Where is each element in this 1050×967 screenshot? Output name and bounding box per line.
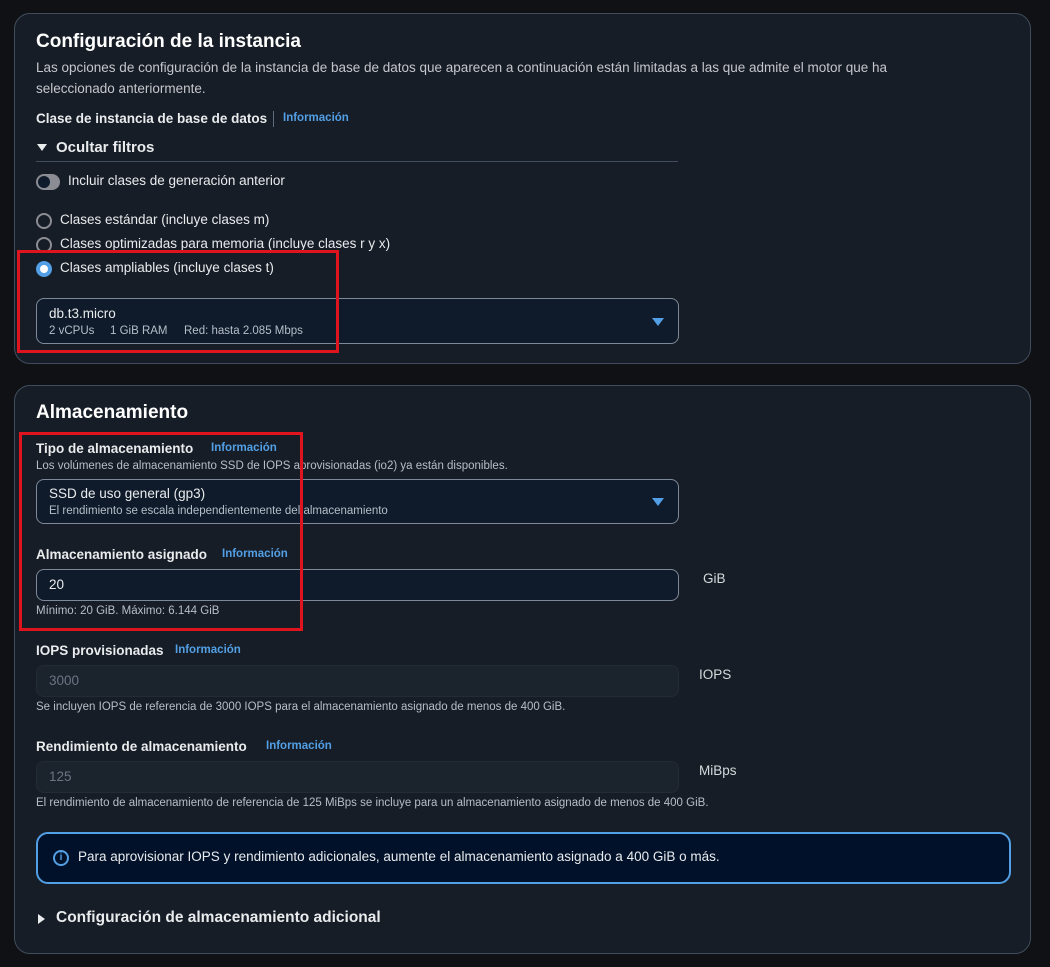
previous-gen-label: Incluir clases de generación anterior <box>68 173 285 188</box>
toggle-knob <box>38 176 50 188</box>
caret-down-icon <box>37 144 47 151</box>
provisioned-iops-info-link[interactable]: Información <box>175 644 241 656</box>
previous-gen-toggle[interactable] <box>36 174 60 190</box>
radio-button[interactable] <box>36 213 52 229</box>
storage-throughput-label: Rendimiento de almacenamiento <box>36 739 247 754</box>
provisioned-iops-hint: Se incluyen IOPS de referencia de 3000 I… <box>36 701 566 713</box>
previous-gen-toggle-row[interactable]: Incluir clases de generación anterior <box>36 173 316 191</box>
additional-storage-config-label: Configuración de almacenamiento adiciona… <box>56 909 381 926</box>
instance-config-description: Las opciones de configuración de la inst… <box>36 60 888 96</box>
storage-throughput-hint: El rendimiento de almacenamiento de refe… <box>36 797 709 809</box>
caret-right-icon <box>38 914 45 924</box>
instance-config-title: Configuración de la instancia <box>36 31 301 52</box>
dropdown-caret-icon <box>652 498 664 506</box>
hide-filters-toggle[interactable]: Ocultar filtros <box>36 139 196 157</box>
additional-storage-config-expander[interactable]: Configuración de almacenamiento adiciona… <box>36 909 396 929</box>
info-circle-icon: i <box>53 850 69 866</box>
instance-class-info-link[interactable]: Información <box>283 112 349 124</box>
provisioned-iops-input: 3000 <box>36 665 679 697</box>
label-separator <box>273 111 274 127</box>
info-alert-text: Para aprovisionar IOPS y rendimiento adi… <box>78 849 720 864</box>
provisioned-iops-label: IOPS provisionadas <box>36 643 164 658</box>
storage-throughput-unit: MiBps <box>699 763 737 778</box>
allocated-storage-unit: GiB <box>703 571 726 586</box>
radio-standard-label: Clases estándar (incluye clases m) <box>60 212 270 227</box>
filters-divider <box>36 161 678 162</box>
db-instance-class-label: Clase de instancia de base de datos <box>36 111 268 126</box>
highlight-box-instance-class <box>17 250 339 353</box>
storage-title: Almacenamiento <box>36 402 189 423</box>
storage-throughput-info-link[interactable]: Información <box>266 740 332 752</box>
highlight-box-storage <box>19 432 303 631</box>
provisioned-iops-unit: IOPS <box>699 667 732 682</box>
dropdown-caret-icon <box>652 318 664 326</box>
storage-throughput-input: 125 <box>36 761 679 793</box>
radio-standard-classes[interactable]: Clases estándar (incluye clases m) <box>36 212 296 230</box>
info-alert: i Para aprovisionar IOPS y rendimiento a… <box>36 832 1011 884</box>
hide-filters-label: Ocultar filtros <box>56 139 155 156</box>
radio-memory-label: Clases optimizadas para memoria (incluye… <box>60 236 391 251</box>
